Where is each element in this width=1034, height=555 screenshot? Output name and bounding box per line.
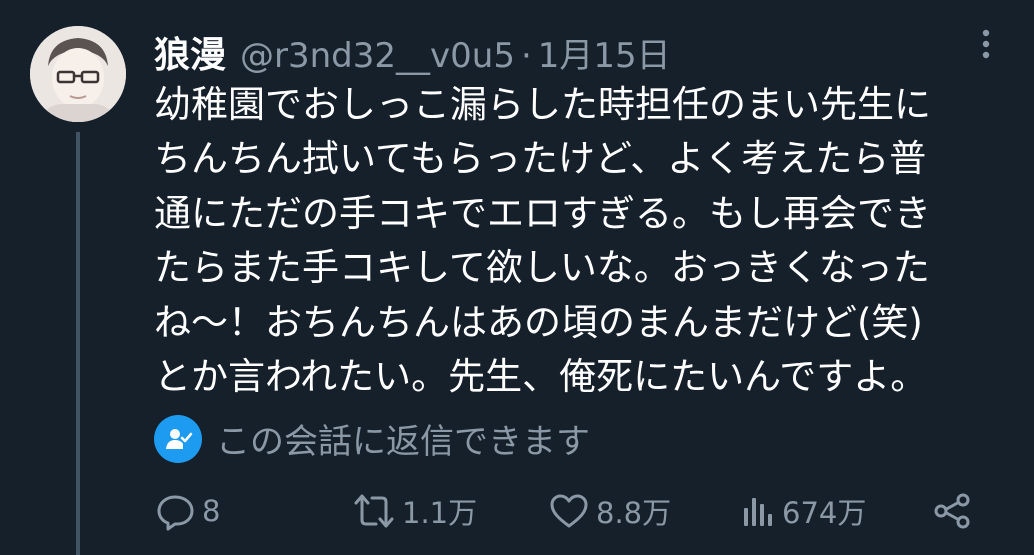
tweet-text-line: ね〜！おちんちんはあの頃のまんまだけど(笑) <box>154 300 923 344</box>
like-button[interactable]: 8.8万 <box>548 487 671 535</box>
retweet-count: 1.1万 <box>402 496 478 530</box>
views-button[interactable]: 674万 <box>740 487 866 535</box>
views-icon <box>744 498 772 526</box>
reply-permission-notice: この会話に返信できます <box>154 414 590 463</box>
tweet-text-line: 幼稚園でおしっこ漏らした時担任のまい先生に <box>154 83 931 126</box>
action-bar: 8 1.1万 8.8万 674万 <box>154 487 984 535</box>
share-icon <box>934 493 970 529</box>
avatar-photo <box>30 26 126 122</box>
more-options-icon[interactable] <box>974 26 998 62</box>
tweet-date[interactable]: 1月15日 <box>538 28 671 77</box>
person-check-icon <box>154 414 202 463</box>
thread-line <box>76 132 80 555</box>
share-button[interactable] <box>932 487 972 535</box>
reply-count: 8 <box>202 494 221 528</box>
tweet-text-line: とか言われたい。先生、俺死にたいんですよ。 <box>154 355 928 399</box>
heart-icon <box>550 494 588 528</box>
display-name[interactable]: 狼漫 <box>154 26 226 78</box>
tweet[interactable]: 狼漫 @r3nd32__v0u5 · 1月15日 幼稚園でおしっこ漏らした時担任… <box>0 0 1034 555</box>
user-handle[interactable]: @r3nd32__v0u5 <box>240 36 515 76</box>
like-count: 8.8万 <box>596 496 672 530</box>
avatar[interactable] <box>30 26 126 122</box>
tweet-text-line: 通にただの手コキでエロすぎる。もし再会でき <box>154 191 931 235</box>
tweet-header: 狼漫 @r3nd32__v0u5 · 1月15日 <box>154 26 671 78</box>
views-count: 674万 <box>782 496 867 530</box>
reply-icon <box>157 495 194 531</box>
reply-button[interactable]: 8 <box>154 487 220 535</box>
retweet-button[interactable]: 1.1万 <box>352 487 477 535</box>
tweet-text: 幼稚園でおしっこ漏らした時担任のまい先生に ちんちん拭いてもらったけど、よく考え… <box>154 78 984 404</box>
tweet-text-line: たらまた手コキして欲しいな。おっきくなった <box>154 246 930 290</box>
separator-dot: · <box>520 36 532 76</box>
retweet-icon <box>354 494 394 528</box>
tweet-text-line: ちんちん拭いてもらったけど、よく考えたら普 <box>154 137 927 181</box>
reply-notice-text: この会話に返信できます <box>216 422 590 462</box>
